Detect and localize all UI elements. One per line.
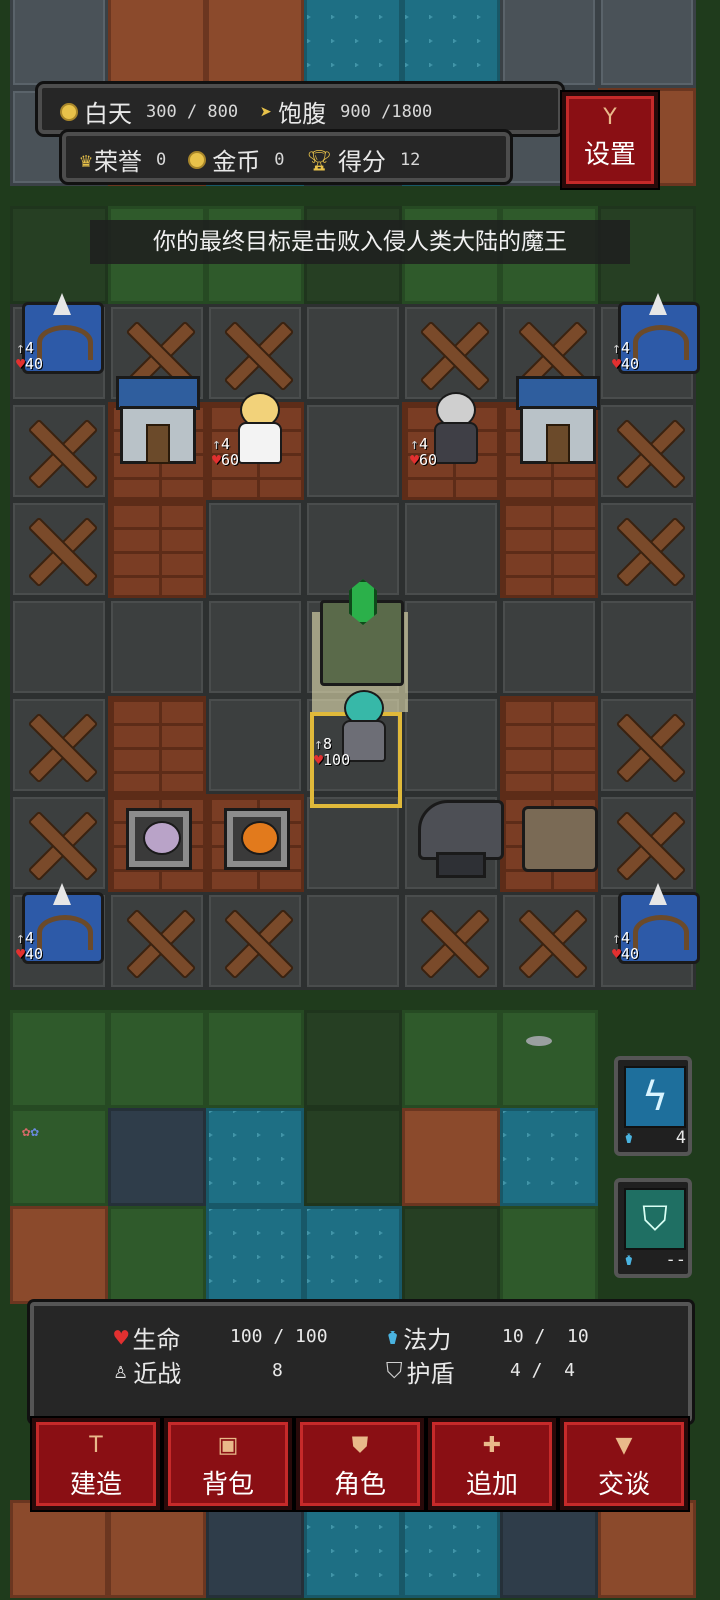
bag-label: 背包 — [201, 1470, 254, 1500]
hp-label: 生命 — [132, 1326, 181, 1354]
mana-potion-icon: ⚱ — [624, 1128, 634, 1147]
crossbow-tower[interactable]: ↑4 ♥40 — [16, 293, 104, 376]
sun-icon — [60, 102, 78, 121]
mana-potion-icon: ⚱ — [624, 1250, 634, 1269]
character-label: 角色 — [333, 1470, 386, 1500]
tower-hp: 40 — [25, 355, 44, 373]
lightning-icon: ϟ — [624, 1066, 686, 1128]
anvil-station[interactable] — [418, 800, 504, 860]
gold-value: 0 — [274, 149, 285, 170]
hero-character[interactable]: ↑8 ♥100 — [312, 690, 402, 780]
objective-banner: 你的最终目标是击败入侵人类大陆的魔王 — [90, 220, 630, 264]
melee-label: 近战 — [133, 1360, 182, 1388]
character-button[interactable]: ⛊ 角色 — [296, 1418, 424, 1510]
mana-value: 10 / 10 — [502, 1326, 589, 1347]
pebbles-decoration — [526, 1036, 552, 1046]
shield-icon: ⛉ — [624, 1188, 686, 1250]
flowers-decoration: ✿✿ — [22, 1124, 39, 1140]
mana-label: 法力 — [403, 1326, 452, 1354]
fence-barricade[interactable] — [598, 500, 696, 598]
crown-icon: ♛ — [80, 147, 93, 172]
pumpkin-planter[interactable] — [224, 808, 290, 870]
shield-label: 护盾 — [406, 1360, 455, 1388]
fence-barricade[interactable] — [402, 304, 500, 402]
lightning-skill-button[interactable]: ϟ ⚱ 4 — [614, 1056, 692, 1156]
house-building[interactable] — [516, 376, 600, 466]
fence-barricade[interactable] — [598, 794, 696, 892]
gold-coin-icon — [188, 150, 207, 169]
tower-hp: 40 — [621, 945, 640, 963]
crystal-shrine[interactable] — [320, 579, 404, 686]
melee-value: 8 — [272, 1360, 283, 1381]
anvil-base — [436, 852, 486, 878]
hunger-label: 饱腹 — [278, 100, 327, 128]
talk-button[interactable]: ▼ 交谈 — [560, 1418, 688, 1510]
shield-icon: ⛉ — [386, 1359, 403, 1384]
turnip-icon — [143, 821, 181, 855]
character-shield-icon: ⛊ — [351, 1433, 369, 1458]
honor-label: 荣誉 — [94, 148, 143, 176]
fence-barricade[interactable] — [10, 402, 108, 500]
settings-label: 设置 — [583, 140, 636, 170]
plus-icon: ✚ — [482, 1433, 502, 1458]
hammer-icon: T — [89, 1433, 103, 1458]
shovel-icon: Y — [603, 105, 617, 130]
build-label: 建造 — [69, 1470, 122, 1500]
hunger-icon: ➤ — [260, 99, 273, 124]
score-bar: ♛ 荣誉 0 金币 0 🏆︎ 得分 12 — [62, 132, 510, 182]
gold-label: 金币 — [212, 148, 261, 176]
turnip-planter[interactable] — [126, 808, 192, 870]
furnace-station[interactable] — [522, 806, 598, 872]
score-value: 12 — [399, 149, 421, 170]
build-button[interactable]: T 建造 — [32, 1418, 160, 1510]
fence-barricade[interactable] — [500, 892, 598, 990]
angel-hp: 60 — [221, 451, 240, 469]
shield-value: 4 / 4 — [510, 1360, 576, 1381]
fence-barricade[interactable] — [206, 304, 304, 402]
fence-barricade[interactable] — [206, 892, 304, 990]
house-building[interactable] — [116, 376, 200, 466]
fence-barricade[interactable] — [10, 500, 108, 598]
fence-barricade[interactable] — [598, 402, 696, 500]
add-label: 追加 — [465, 1470, 518, 1500]
fence-barricade[interactable] — [10, 696, 108, 794]
shield-cost: -- — [665, 1250, 686, 1270]
elder-npc[interactable]: ↑4 ♥60 — [410, 392, 500, 478]
fence-barricade[interactable] — [598, 696, 696, 794]
hp-value: 100 / 100 — [230, 1326, 328, 1347]
talk-label: 交谈 — [597, 1470, 650, 1500]
tower-hp: 40 — [25, 945, 44, 963]
hero-hp: 100 — [323, 751, 351, 769]
honor-value: 0 — [156, 149, 167, 170]
heart-icon: ♥ — [114, 1323, 129, 1352]
elder-hp: 60 — [419, 451, 438, 469]
bag-button[interactable]: ▣ 背包 — [164, 1418, 292, 1510]
fence-barricade[interactable] — [10, 794, 108, 892]
shield-skill-button[interactable]: ⛉ ⚱ -- — [614, 1178, 692, 1278]
bag-icon: ▣ — [217, 1433, 239, 1458]
fence-barricade[interactable] — [108, 892, 206, 990]
player-stats-panel: ♥ 生命 100 / 100 ♙ 近战 8 ⚱ 法力 10 / 10 ⛉ 护盾 … — [30, 1302, 692, 1422]
pumpkin-icon — [241, 821, 279, 855]
day-label: 白天 — [84, 100, 132, 128]
tower-hp: 40 — [621, 355, 640, 373]
hunger-value: 900 /1800 — [340, 101, 433, 122]
crossbow-tower[interactable]: ↑4 ♥40 — [16, 883, 104, 966]
add-button[interactable]: ✚ 追加 — [428, 1418, 556, 1510]
score-label: 得分 — [337, 148, 386, 176]
day-value: 300 / 800 — [146, 101, 239, 122]
angel-npc[interactable]: ↑4 ♥60 — [212, 392, 302, 478]
lightning-cost: 4 — [675, 1128, 686, 1148]
trophy-icon: 🏆︎ — [306, 147, 332, 172]
crossbow-tower[interactable]: ↑4 ♥40 — [612, 883, 700, 966]
crossbow-tower[interactable]: ↑4 ♥40 — [612, 293, 700, 376]
speech-bubble-icon: ▼ — [615, 1433, 633, 1458]
fence-barricade[interactable] — [402, 892, 500, 990]
resource-bar: 白天 300 / 800 ➤ 饱腹 900 /1800 — [38, 84, 562, 134]
sword-icon: ♙ — [114, 1359, 128, 1384]
mana-potion-icon: ⚱ — [386, 1325, 400, 1350]
settings-button[interactable]: Y 设置 — [562, 92, 658, 188]
